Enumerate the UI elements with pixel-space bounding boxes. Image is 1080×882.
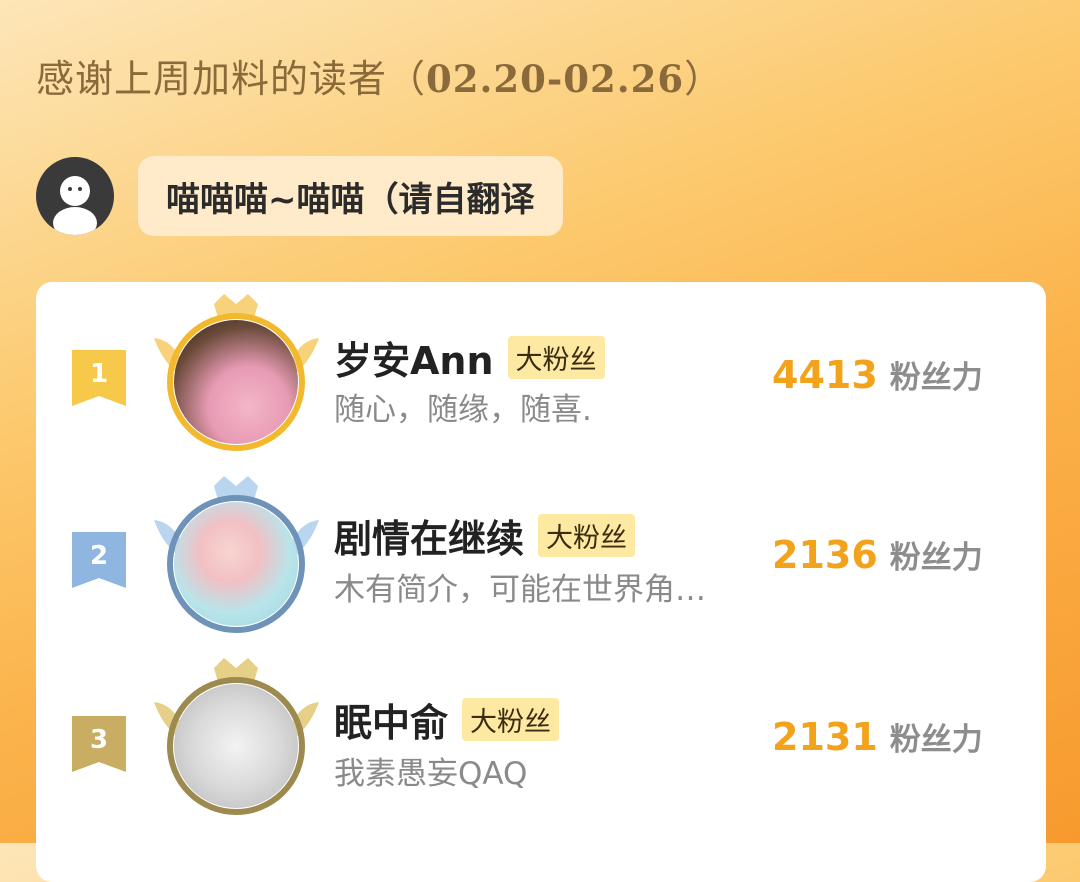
user-name-1[interactable]: 岁安Ann 大粉丝 [334,330,605,385]
fan-level-badge: 大粉丝 [507,336,605,379]
score-value: 2136 [772,533,878,577]
user-name-text: 剧情在继续 [334,517,525,561]
fan-score-1: 4413 粉丝力 [772,352,983,397]
user-avatar-1[interactable] [174,320,298,444]
fan-level-badge: 大粉丝 [462,698,560,741]
rank-number: 2 [90,541,108,571]
user-avatar-3[interactable] [174,684,298,808]
fan-score-2: 2136 粉丝力 [772,532,983,577]
title-close-paren: ） [684,57,724,101]
author-message-bubble: 喵喵喵~喵喵（请自翻译 [138,156,563,236]
page-title: 感谢上周加料的读者（02.20-02.26） [36,48,723,103]
leaderboard-row-3[interactable]: 3 眠中俞 大粉丝 我素愚妄QAQ 2131 粉丝力 [36,658,1046,832]
rank-badge-2: 2 [72,532,126,588]
rank-badge-1: 1 [72,350,126,406]
user-name-2[interactable]: 剧情在继续 大粉丝 [334,508,636,563]
user-bio-3: 我素愚妄QAQ [334,756,528,792]
fan-level-badge: 大粉丝 [538,514,636,557]
title-text: 感谢上周加料的读者（ [36,57,427,101]
score-value: 2131 [772,715,878,759]
rank-badge-3: 3 [72,716,126,772]
user-avatar-2[interactable] [174,502,298,626]
user-name-3[interactable]: 眠中俞 大粉丝 [334,692,560,747]
ghost-avatar-icon [53,176,97,235]
rank-number: 3 [90,725,108,755]
user-bio-2: 木有简介，可能在世界角… [334,572,706,608]
author-avatar[interactable] [36,157,114,235]
user-name-text: 岁安Ann [334,339,494,383]
leaderboard-row-1[interactable]: 1 岁安Ann 大粉丝 随心，随缘，随喜. 4413 粉丝力 [36,294,1046,470]
user-bio-1: 随心，随缘，随喜. [334,392,592,428]
score-unit: 粉丝力 [889,722,983,758]
rank-number: 1 [90,359,108,389]
score-unit: 粉丝力 [889,540,983,576]
date-range: 02.20-02.26 [426,57,685,101]
score-unit: 粉丝力 [889,360,983,396]
leaderboard-row-2[interactable]: 2 剧情在继续 大粉丝 木有简介，可能在世界角… 2136 粉丝力 [36,476,1046,650]
avatar-frame-silver [144,472,329,633]
avatar-frame-gold [144,290,329,451]
leaderboard-card: 1 岁安Ann 大粉丝 随心，随缘，随喜. 4413 粉丝力 2 剧情在继续 大… [36,282,1046,882]
score-value: 4413 [772,353,878,397]
fan-score-3: 2131 粉丝力 [772,714,983,759]
user-name-text: 眠中俞 [334,701,449,745]
avatar-frame-bronze [144,654,329,815]
